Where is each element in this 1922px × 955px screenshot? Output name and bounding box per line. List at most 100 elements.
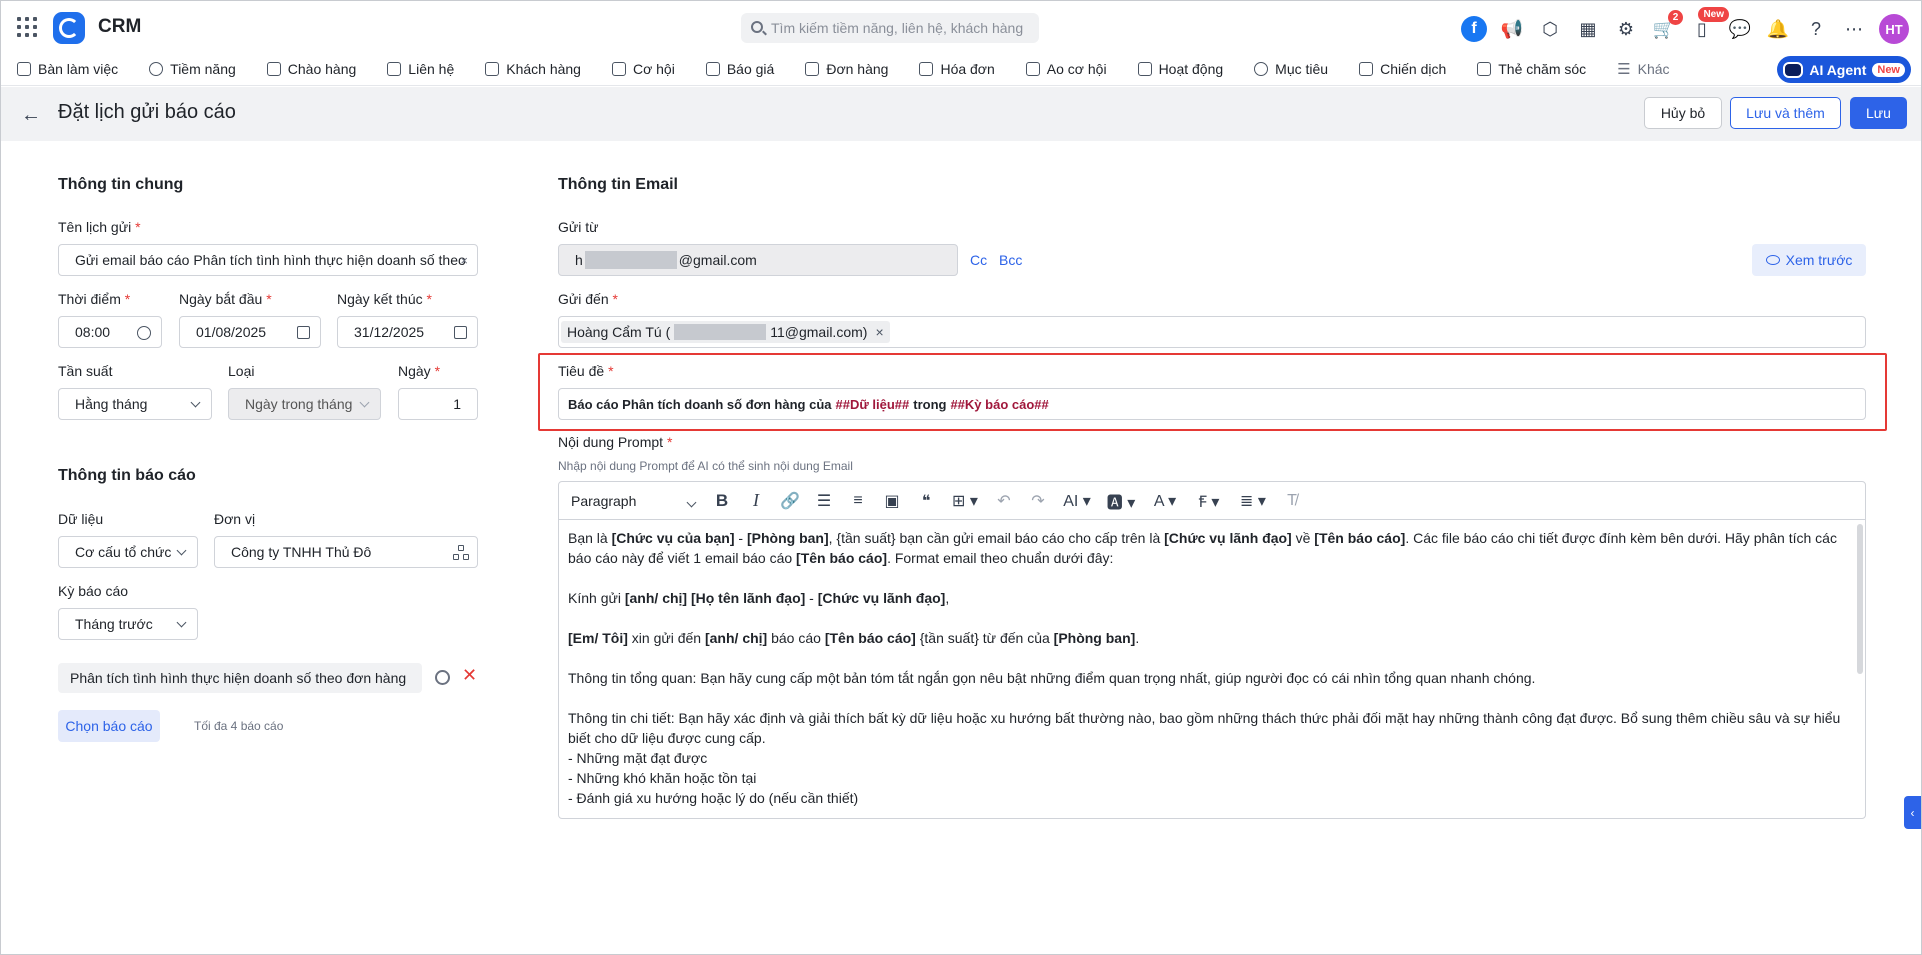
back-arrow-icon[interactable]: ← — [21, 104, 41, 127]
side-panel-toggle[interactable]: ‹ — [1904, 796, 1921, 829]
nav-item-contacts[interactable]: Liên hệ — [387, 61, 454, 77]
table-icon[interactable]: ⊞ ▾ — [943, 487, 987, 515]
prompt-list-item: - Đánh giá xu hướng hoặc lý do (nếu cần … — [568, 790, 859, 806]
ai-agent-button[interactable]: AI Agent New — [1777, 56, 1911, 83]
nav-item-activities[interactable]: Hoạt động — [1137, 61, 1223, 77]
chevron-down-icon — [176, 617, 187, 628]
redacted-mask — [584, 251, 677, 269]
paragraph-style-select[interactable]: Paragraph — [571, 493, 701, 509]
nav-item-offers[interactable]: Chào hàng — [266, 61, 356, 77]
undo-icon[interactable]: ↶ — [987, 487, 1021, 515]
calendar-icon[interactable]: ▦ — [1575, 16, 1601, 42]
frequency-value: Hằng tháng — [75, 396, 148, 412]
bcc-link[interactable]: Bcc — [999, 252, 1022, 268]
facebook-icon[interactable]: f — [1461, 16, 1487, 42]
care-icon — [1477, 62, 1492, 76]
cancel-button[interactable]: Hủy bỏ — [1644, 97, 1722, 129]
nav-item-care-cards[interactable]: Thẻ chăm sóc — [1477, 61, 1586, 77]
nav-item-orders[interactable]: Đơn hàng — [805, 61, 888, 77]
nav-item-desk[interactable]: Bàn làm việc — [17, 61, 118, 77]
app-window: CRM Tìm kiếm tiềm năng, liên hệ, khách h… — [0, 0, 1922, 955]
bullet-list-icon[interactable]: ☰ — [807, 487, 841, 515]
nav-item-leads[interactable]: Tiềm năng — [149, 61, 236, 77]
italic-icon[interactable]: I — [739, 487, 773, 515]
remove-recipient-icon[interactable]: × — [875, 324, 883, 340]
bell-icon[interactable]: 🔔 — [1765, 16, 1791, 42]
avatar[interactable]: HT — [1879, 14, 1909, 44]
main-nav: Bàn làm việc Tiềm năng Chào hàng Liên hệ… — [1, 53, 1921, 86]
box-icon[interactable]: ⬡ — [1537, 16, 1563, 42]
calendar-icon[interactable] — [454, 326, 467, 339]
nav-label: Ao cơ hội — [1046, 61, 1107, 77]
menu-icon: ☰ — [1617, 61, 1631, 78]
preview-label: Xem trước — [1785, 252, 1853, 268]
data-select[interactable]: Cơ cấu tổ chức — [58, 536, 198, 568]
font-size-icon[interactable]: AI ▾ — [1055, 487, 1099, 515]
start-date-input[interactable]: 01/08/2025 — [179, 316, 321, 348]
clock-icon[interactable] — [137, 326, 151, 340]
end-date-input[interactable]: 31/12/2025 — [337, 316, 478, 348]
font-family-icon[interactable]: Ꞙ ▾ — [1187, 487, 1231, 515]
day-input[interactable]: 1 — [398, 388, 478, 420]
clear-icon[interactable]: × — [460, 253, 468, 268]
settings-gear-icon[interactable]: ⚙ — [1613, 16, 1639, 42]
nav-item-campaigns[interactable]: Chiến dịch — [1359, 61, 1446, 77]
save-and-add-button[interactable]: Lưu và thêm — [1730, 97, 1841, 129]
frequency-select[interactable]: Hằng tháng — [58, 388, 212, 420]
period-select[interactable]: Tháng trước — [58, 608, 198, 640]
mobile-icon[interactable]: ▯ New — [1689, 7, 1729, 42]
preview-button[interactable]: Xem trước — [1752, 244, 1866, 276]
prompt-editor[interactable]: Paragraph B I 🔗 ☰ ≡ ▣ ❝ ⊞ ▾ ↶ ↷ AI ▾ 🅰 ▾… — [558, 481, 1866, 819]
subject-variable-data: ##Dữ liệu## — [835, 396, 910, 412]
calendar-icon[interactable] — [297, 326, 310, 339]
chevron-down-icon — [190, 397, 201, 408]
report-settings-icon[interactable] — [435, 670, 450, 685]
search-input[interactable]: Tìm kiếm tiềm năng, liên hệ, khách hàng — [741, 13, 1039, 43]
nav-label: Tiềm năng — [170, 61, 236, 77]
nav-item-quotes[interactable]: Báo giá — [705, 61, 774, 77]
org-tree-icon[interactable] — [453, 545, 469, 561]
prompt-paragraph: Bạn là [Chức vụ của bạn] - [Phòng ban], … — [568, 530, 1837, 566]
nav-item-more[interactable]: ☰ Khác — [1617, 60, 1669, 78]
schedule-name-input[interactable]: Gửi email báo cáo Phân tích tình hình th… — [58, 244, 478, 276]
time-value: 08:00 — [75, 324, 111, 340]
ai-agent-new-badge: New — [1872, 62, 1905, 77]
unit-select[interactable]: Công ty TNHH Thủ Đô — [214, 536, 478, 568]
nav-item-opportunities[interactable]: Cơ hội — [611, 61, 675, 77]
apps-grid-icon[interactable] — [17, 17, 37, 37]
clear-format-icon[interactable]: T̸ — [1275, 487, 1309, 515]
required-mark: * — [426, 291, 432, 307]
required-mark: * — [666, 434, 673, 450]
nav-item-goals[interactable]: Mục tiêu — [1254, 61, 1328, 77]
period-value: Tháng trước — [75, 616, 153, 632]
bold-icon[interactable]: B — [705, 487, 739, 515]
time-input[interactable]: 08:00 — [58, 316, 162, 348]
cart-icon[interactable]: 🛒 2 — [1651, 10, 1683, 42]
chat-icon[interactable]: 💬 — [1727, 16, 1753, 42]
remove-report-icon[interactable]: ✕ — [462, 665, 477, 686]
help-icon[interactable]: ? — [1803, 16, 1829, 42]
numbered-list-icon[interactable]: ≡ — [841, 487, 875, 515]
megaphone-icon[interactable]: 📢 — [1499, 16, 1525, 42]
more-icon[interactable]: ⋯ — [1841, 16, 1867, 42]
crm-logo-icon[interactable] — [53, 12, 85, 44]
day-label: Ngày * — [398, 363, 440, 379]
link-icon[interactable]: 🔗 — [773, 487, 807, 515]
nav-item-invoices[interactable]: Hóa đơn — [919, 61, 995, 77]
cc-link[interactable]: Cc — [970, 252, 987, 268]
editor-scrollbar[interactable] — [1857, 524, 1863, 674]
nav-item-customers[interactable]: Khách hàng — [485, 61, 581, 77]
subject-input[interactable]: Báo cáo Phân tích doanh số đơn hàng của … — [558, 388, 1866, 420]
page-header: ← Đặt lịch gửi báo cáo Hủy bỏ Lưu và thê… — [1, 87, 1921, 141]
nav-item-pools[interactable]: Ao cơ hội — [1025, 61, 1107, 77]
quote-icon[interactable]: ❝ — [909, 487, 943, 515]
font-color-icon[interactable]: A ▾ — [1143, 487, 1187, 515]
highlight-color-icon[interactable]: 🅰 ▾ — [1099, 487, 1143, 515]
editor-content[interactable]: Bạn là [Chức vụ của bạn] - [Phòng ban], … — [559, 520, 1865, 818]
save-button[interactable]: Lưu — [1850, 97, 1907, 129]
choose-report-button[interactable]: Chọn báo cáo — [58, 710, 160, 742]
from-email-prefix: h — [575, 252, 583, 268]
align-icon[interactable]: ≣ ▾ — [1231, 487, 1275, 515]
image-upload-icon[interactable]: ▣ — [875, 487, 909, 515]
redo-icon[interactable]: ↷ — [1021, 487, 1055, 515]
